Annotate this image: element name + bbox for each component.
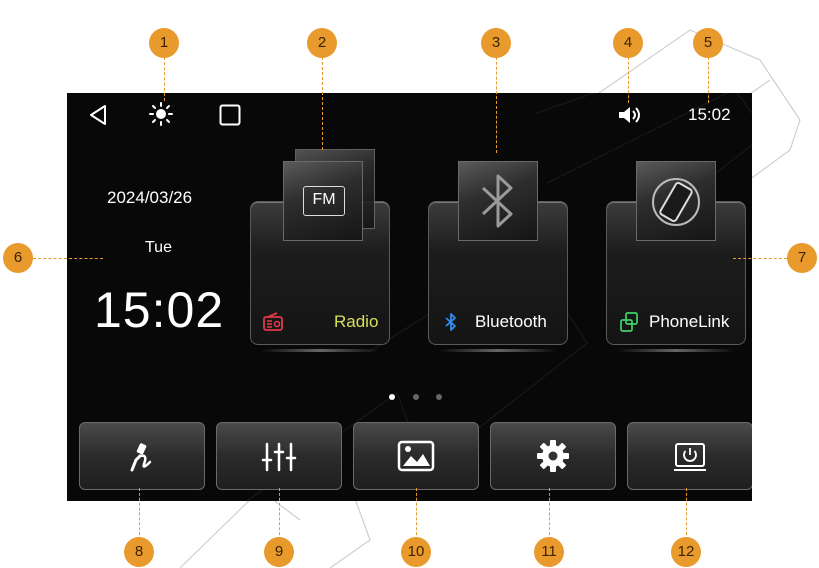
phonelink-icon	[620, 312, 638, 332]
callout-leader	[139, 488, 140, 540]
page-dot[interactable]	[436, 394, 442, 400]
equalizer-button[interactable]	[216, 422, 342, 490]
callout-1: 1	[149, 28, 179, 58]
bluetooth-label: Bluetooth	[475, 312, 547, 331]
card-reflection	[439, 349, 557, 352]
callout-5: 5	[693, 28, 723, 58]
gallery-button[interactable]	[353, 422, 479, 490]
big-clock: 15:02	[94, 282, 225, 338]
page-dot-active[interactable]	[389, 394, 395, 400]
bluetooth-icon	[445, 313, 456, 331]
radio-label: Radio	[334, 312, 379, 331]
carplay-cable-icon	[130, 443, 152, 472]
callout-leader	[628, 57, 629, 103]
phonelink-label: PhoneLink	[649, 312, 730, 331]
callout-leader	[33, 258, 103, 259]
callout-7: 7	[787, 243, 817, 273]
phonelink-tile[interactable]	[636, 161, 716, 241]
phone-mirror-icon	[652, 178, 700, 226]
radio-icon	[263, 312, 283, 331]
screen-off-icon	[674, 443, 706, 471]
bluetooth-large-icon	[481, 174, 513, 228]
radio-tile[interactable]: FM	[283, 161, 363, 241]
date-label: 2024/03/26	[107, 188, 193, 207]
card-reflection	[617, 349, 735, 352]
callout-4: 4	[613, 28, 643, 58]
settings-button[interactable]	[490, 422, 616, 490]
callout-3: 3	[481, 28, 511, 58]
volume-icon[interactable]	[618, 105, 644, 125]
callout-leader	[279, 488, 280, 540]
callout-leader	[322, 57, 323, 150]
callout-leader	[549, 488, 550, 540]
back-icon[interactable]	[88, 104, 108, 126]
screen-off-button[interactable]	[627, 422, 752, 490]
fm-text: FM	[312, 191, 336, 208]
page-dot[interactable]	[413, 394, 419, 400]
card-reflection	[261, 349, 379, 352]
equalizer-icon	[261, 442, 297, 472]
settings-gear-icon	[537, 440, 569, 472]
callout-11: 11	[534, 537, 564, 567]
weekday-label: Tue	[145, 239, 172, 256]
status-bar-clock: 15:02	[688, 105, 731, 124]
bluetooth-tile[interactable]	[458, 161, 538, 241]
callout-leader	[496, 57, 497, 153]
infotainment-screen: 15:02 2024/03/26 Tue 15:02 Radio FM Blue…	[67, 93, 752, 501]
callout-9: 9	[264, 537, 294, 567]
callout-6: 6	[3, 243, 33, 273]
callout-leader	[416, 488, 417, 540]
callout-leader	[708, 57, 709, 103]
gallery-icon	[397, 440, 435, 472]
callout-10: 10	[401, 537, 431, 567]
brightness-icon[interactable]	[149, 102, 173, 126]
square-icon[interactable]	[219, 104, 241, 126]
callout-leader	[686, 488, 687, 540]
callout-leader	[733, 258, 787, 259]
callout-12: 12	[671, 537, 701, 567]
callout-leader	[164, 57, 165, 101]
callout-2: 2	[307, 28, 337, 58]
callout-8: 8	[124, 537, 154, 567]
carplay-cable-button[interactable]	[79, 422, 205, 490]
